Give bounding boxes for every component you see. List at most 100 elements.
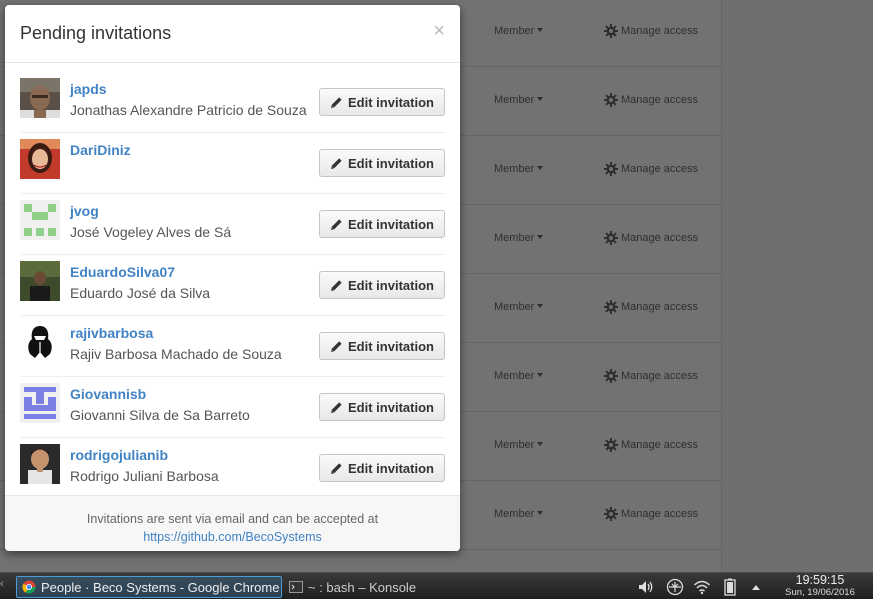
- manage-access-label: Manage access: [621, 439, 699, 451]
- network-icon[interactable]: [665, 577, 685, 597]
- organization-link[interactable]: https://github.com/BecoSystems: [5, 530, 460, 544]
- pending-invitations-modal: Pending invitations × japds Jonathas Alex…: [5, 5, 460, 551]
- task-konsole-label: ~ : bash – Konsole: [308, 579, 417, 595]
- role-label: Member: [494, 301, 535, 313]
- gear-icon: [604, 507, 618, 521]
- username-link[interactable]: jvog: [70, 203, 99, 219]
- avatar[interactable]: [20, 78, 60, 118]
- edit-invitation-button[interactable]: Edit invitation: [319, 332, 445, 360]
- gear-icon: [604, 93, 618, 107]
- full-name: Jonathas Alexandre Patricio de Souza: [70, 102, 307, 118]
- caret-down-icon: [537, 28, 544, 32]
- taskbar-left-edge: ‹: [0, 578, 4, 590]
- role-label: Member: [494, 439, 535, 451]
- edit-invitation-label: Edit invitation: [348, 216, 434, 232]
- manage-access-label: Manage access: [621, 370, 699, 382]
- username-link[interactable]: rajivbarbosa: [70, 325, 153, 341]
- role-dropdown[interactable]: Member: [494, 508, 544, 520]
- edit-invitation-button[interactable]: Edit invitation: [319, 454, 445, 482]
- pencil-icon: [331, 401, 342, 413]
- avatar[interactable]: [20, 200, 60, 240]
- pencil-icon: [331, 279, 342, 291]
- pencil-icon: [331, 96, 342, 108]
- edit-invitation-label: Edit invitation: [348, 277, 434, 293]
- edit-invitation-label: Edit invitation: [348, 460, 434, 476]
- manage-access-button[interactable]: Manage access: [604, 231, 698, 245]
- clock[interactable]: 19:59:15 Sun, 19/06/2016: [776, 573, 864, 599]
- edit-invitation-label: Edit invitation: [348, 94, 434, 110]
- role-dropdown[interactable]: Member: [494, 163, 544, 175]
- manage-access-label: Manage access: [621, 25, 699, 37]
- caret-down-icon: [537, 235, 544, 239]
- edit-invitation-button[interactable]: Edit invitation: [319, 210, 445, 238]
- caret-down-icon: [537, 304, 544, 308]
- role-dropdown[interactable]: Member: [494, 439, 544, 451]
- volume-icon[interactable]: [636, 577, 656, 597]
- pencil-icon: [331, 157, 342, 169]
- manage-access-button[interactable]: Manage access: [604, 369, 698, 383]
- full-name: Rajiv Barbosa Machado de Souza: [70, 346, 282, 362]
- caret-down-icon: [537, 442, 544, 446]
- pencil-icon: [331, 462, 342, 474]
- role-dropdown[interactable]: Member: [494, 370, 544, 382]
- close-button[interactable]: ×: [433, 21, 445, 41]
- invitation-item: rodrigojulianib Rodrigo Juliani Barbosa Ed…: [20, 438, 445, 499]
- edit-invitation-button[interactable]: Edit invitation: [319, 149, 445, 177]
- manage-access-button[interactable]: Manage access: [604, 93, 698, 107]
- invitation-item: rajivbarbosa Rajiv Barbosa Machado de Sou…: [20, 316, 445, 377]
- clock-time: 19:59:15: [795, 573, 845, 587]
- edit-invitation-button[interactable]: Edit invitation: [319, 393, 445, 421]
- edit-invitation-button[interactable]: Edit invitation: [319, 271, 445, 299]
- invitation-item: Giovannisb Giovanni Silva de Sa Barreto Ed…: [20, 377, 445, 438]
- invitation-item: japds Jonathas Alexandre Patricio de Souz…: [20, 72, 445, 133]
- role-label: Member: [494, 232, 535, 244]
- role-dropdown[interactable]: Member: [494, 25, 544, 37]
- taskbar: ‹ People · Beco Systems - Google Chrome …: [0, 572, 873, 599]
- invitation-item: EduardoSilva07 Eduardo José da Silva Edit …: [20, 255, 445, 316]
- caret-down-icon: [537, 97, 544, 101]
- avatar[interactable]: [20, 444, 60, 484]
- manage-access-button[interactable]: Manage access: [604, 438, 698, 452]
- modal-footer: Invitations are sent via email and can b…: [5, 495, 460, 551]
- avatar[interactable]: [20, 261, 60, 301]
- terminal-icon: [289, 581, 303, 593]
- edit-invitation-button[interactable]: Edit invitation: [319, 88, 445, 116]
- manage-access-button[interactable]: Manage access: [604, 24, 698, 38]
- username-link[interactable]: DariDiniz: [70, 142, 131, 158]
- edit-invitation-label: Edit invitation: [348, 155, 434, 171]
- role-dropdown[interactable]: Member: [494, 301, 544, 313]
- footer-text: Invitations are sent via email and can b…: [86, 512, 379, 526]
- task-konsole-window[interactable]: ~ : bash – Konsole: [284, 576, 454, 598]
- modal-header: Pending invitations ×: [5, 5, 460, 63]
- full-name: Rodrigo Juliani Barbosa: [70, 468, 219, 484]
- edit-invitation-label: Edit invitation: [348, 399, 434, 415]
- gear-icon: [604, 162, 618, 176]
- avatar[interactable]: [20, 322, 60, 362]
- avatar[interactable]: [20, 139, 60, 179]
- role-dropdown[interactable]: Member: [494, 94, 544, 106]
- role-dropdown[interactable]: Member: [494, 232, 544, 244]
- avatar[interactable]: [20, 383, 60, 423]
- modal-title: Pending invitations: [20, 23, 172, 43]
- manage-access-button[interactable]: Manage access: [604, 300, 698, 314]
- role-label: Member: [494, 25, 535, 37]
- gear-icon: [604, 300, 618, 314]
- manage-access-button[interactable]: Manage access: [604, 507, 698, 521]
- tray-expand-icon[interactable]: [746, 577, 766, 597]
- username-link[interactable]: EduardoSilva07: [70, 264, 175, 280]
- username-link[interactable]: japds: [70, 81, 107, 97]
- role-label: Member: [494, 163, 535, 175]
- battery-icon[interactable]: [720, 577, 740, 597]
- manage-access-label: Manage access: [621, 508, 699, 520]
- role-label: Member: [494, 94, 535, 106]
- caret-down-icon: [537, 166, 544, 170]
- task-chrome-window[interactable]: People · Beco Systems - Google Chrome: [16, 576, 282, 598]
- pencil-icon: [331, 340, 342, 352]
- wifi-icon[interactable]: [692, 577, 712, 597]
- manage-access-label: Manage access: [621, 232, 699, 244]
- gear-icon: [604, 24, 618, 38]
- edit-invitation-label: Edit invitation: [348, 338, 434, 354]
- username-link[interactable]: Giovannisb: [70, 386, 146, 402]
- username-link[interactable]: rodrigojulianib: [70, 447, 168, 463]
- manage-access-button[interactable]: Manage access: [604, 162, 698, 176]
